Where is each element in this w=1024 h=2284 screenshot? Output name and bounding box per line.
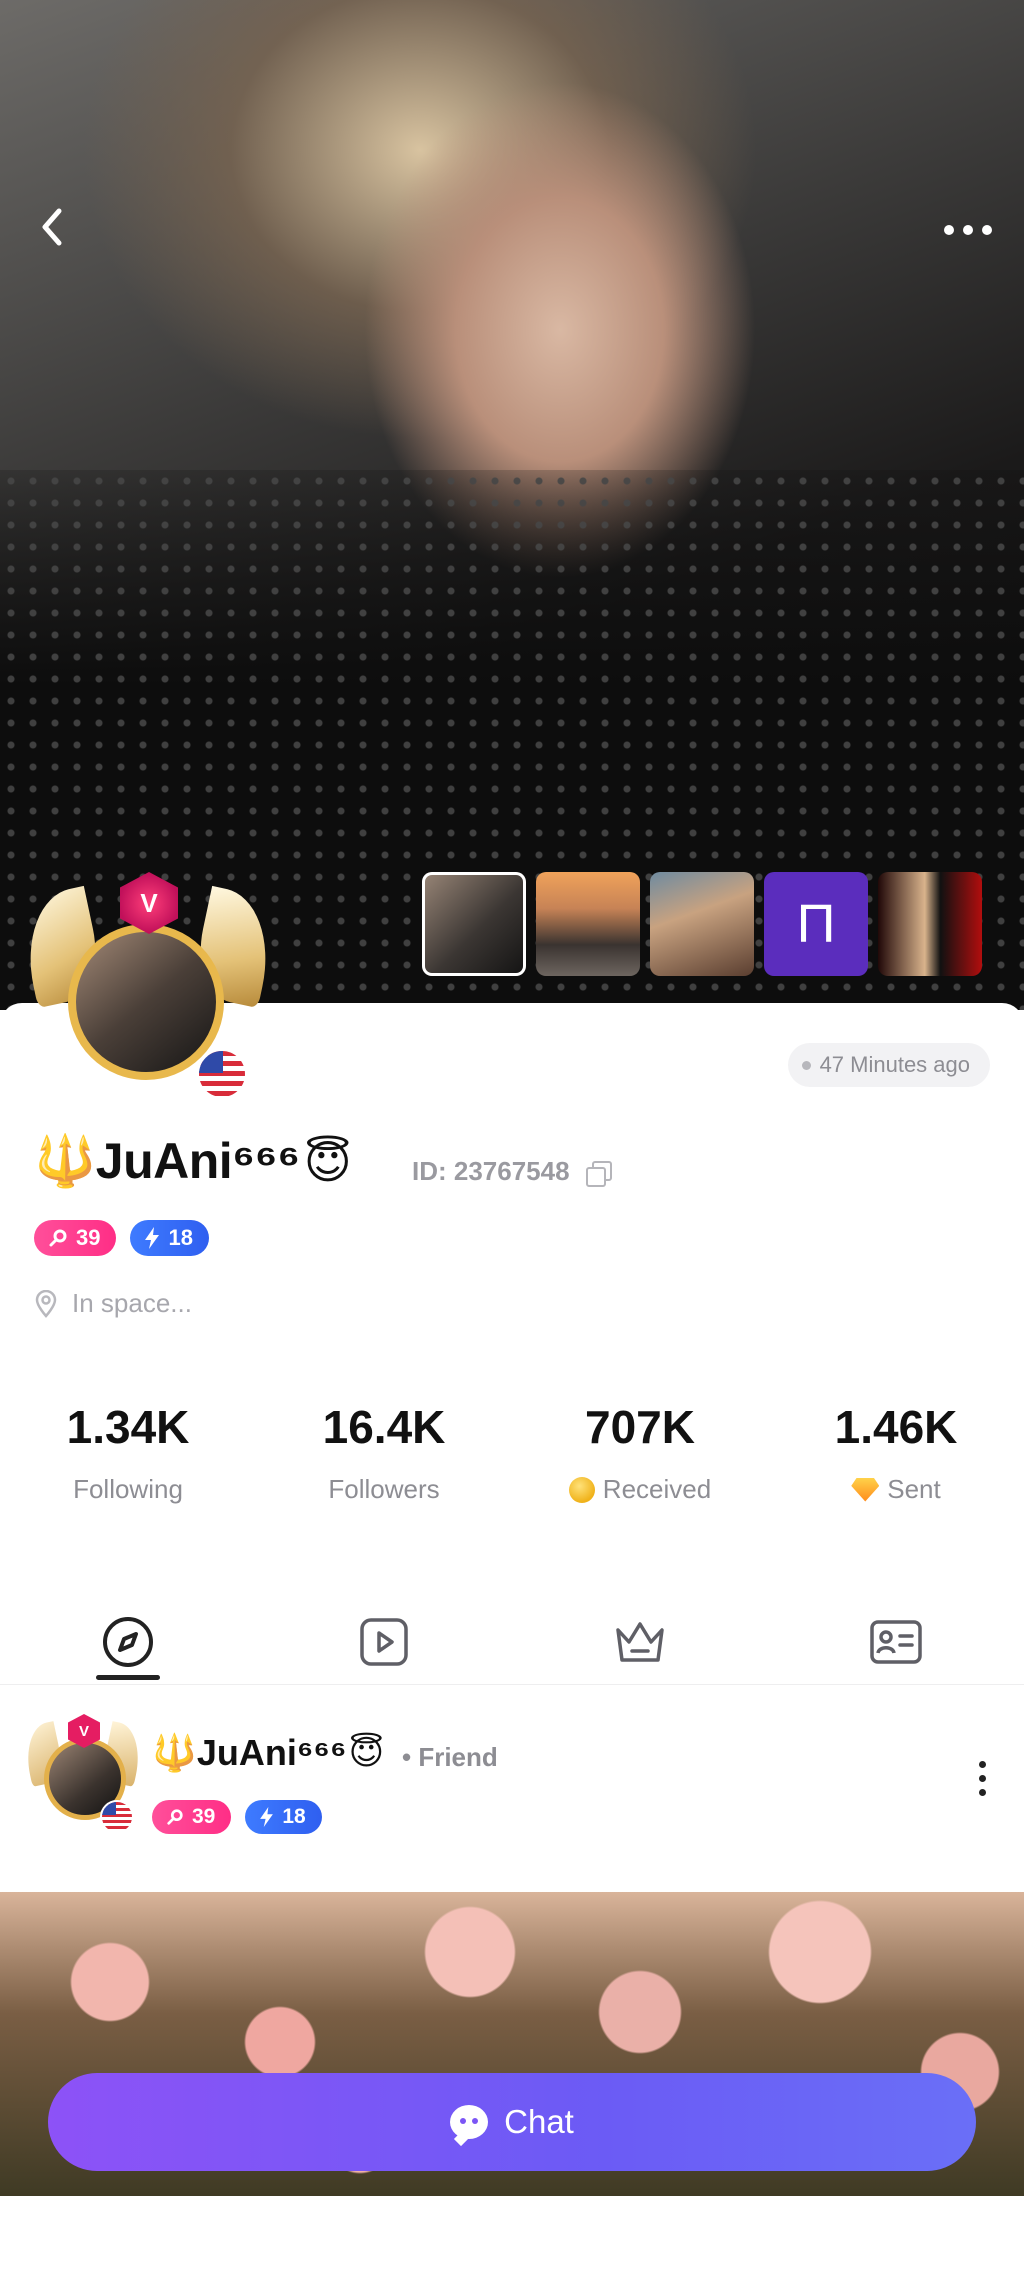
stat-value: 16.4K: [322, 1401, 446, 1453]
chat-button-label: Chat: [504, 2103, 574, 2140]
us-flag-icon: [196, 1048, 248, 1100]
gallery-thumbnail[interactable]: [650, 872, 754, 976]
charm-value: 18: [282, 1805, 306, 1828]
stat-label-text: Followers: [328, 1474, 440, 1504]
location-pin-icon: [35, 1289, 57, 1318]
tab-honors[interactable]: [512, 1600, 768, 1684]
dot: [978, 1788, 986, 1796]
status-dot: [801, 1061, 811, 1070]
level-value: 39: [192, 1805, 216, 1828]
last-seen-text: 47 Minutes ago: [819, 1052, 970, 1077]
level-icon: [167, 1809, 183, 1825]
tab-videos[interactable]: [256, 1600, 512, 1684]
last-seen-badge: 47 Minutes ago: [787, 1043, 990, 1087]
avatar[interactable]: V: [15, 872, 281, 1122]
stat-following[interactable]: 1.34K Following: [0, 1400, 256, 1505]
post-author-name-text: 🔱JuAni⁶⁶⁶: [152, 1732, 347, 1773]
post-author-badges: 39 18: [152, 1800, 322, 1834]
stat-label-text: Sent: [887, 1474, 941, 1504]
us-flag-icon: [100, 1800, 134, 1834]
level-icon: [49, 1229, 67, 1247]
back-button[interactable]: [30, 205, 74, 249]
stat-followers[interactable]: 16.4K Followers: [256, 1400, 512, 1505]
crown-icon: [616, 1622, 664, 1662]
level-value: 39: [76, 1225, 101, 1250]
diamond-icon: [851, 1477, 880, 1502]
more-horizontal-icon: [944, 225, 992, 235]
user-id-text: ID: 23767548: [412, 1156, 570, 1186]
profile-name-text: 🔱JuAni⁶⁶⁶: [34, 1133, 300, 1189]
gallery-thumbnail[interactable]: [536, 872, 640, 976]
compass-icon: [103, 1617, 153, 1667]
friend-tag: • Friend: [402, 1742, 498, 1772]
tab-info[interactable]: [768, 1600, 1024, 1684]
charm-value: 18: [168, 1225, 193, 1250]
charm-badge: 18: [130, 1220, 209, 1256]
lightning-icon: [260, 1807, 274, 1827]
level-badge: 39: [34, 1220, 117, 1256]
profile-stats: 1.34K Following 16.4K Followers 707K Rec…: [0, 1400, 1024, 1505]
stat-value: 1.46K: [834, 1401, 958, 1453]
post-author-avatar[interactable]: V: [20, 1714, 146, 1840]
stat-label: Following: [0, 1474, 256, 1505]
chat-bubble-icon: [450, 2105, 489, 2147]
play-icon: [360, 1618, 408, 1666]
location: In space...: [34, 1288, 192, 1319]
profile-name: 🔱JuAni⁶⁶⁶ 😇: [34, 1132, 352, 1191]
vip-badge: V: [120, 872, 178, 934]
stat-label: Sent: [768, 1474, 1024, 1505]
tab-moments[interactable]: [0, 1600, 256, 1684]
stat-label-text: Received: [602, 1474, 712, 1504]
thumbnail-glyph: П: [796, 894, 836, 954]
lightning-icon: [145, 1227, 160, 1249]
vip-badge-letter: V: [140, 887, 158, 918]
charm-badge: 18: [245, 1800, 322, 1834]
post-header: V 🔱JuAni⁶⁶⁶ 😇 • Friend 39 18: [0, 1714, 1024, 1844]
stat-label: Received: [512, 1474, 768, 1505]
post-more-button[interactable]: [960, 1756, 1004, 1800]
gallery-thumbnail[interactable]: [422, 872, 526, 976]
stat-value: 1.34K: [66, 1401, 190, 1453]
level-badge: 39: [152, 1800, 232, 1834]
profile-cover-photo[interactable]: [0, 0, 1024, 1010]
dot: [978, 1774, 986, 1782]
dot: [978, 1760, 986, 1768]
copy-icon[interactable]: [584, 1159, 612, 1187]
coin-icon: [568, 1476, 595, 1503]
photo-gallery: П: [422, 872, 982, 976]
gallery-thumbnail[interactable]: [878, 872, 982, 976]
profile-tabs: [0, 1600, 1024, 1685]
stat-label: Followers: [256, 1474, 512, 1505]
location-text: In space...: [72, 1288, 192, 1318]
profile-badges: 39 18: [34, 1220, 209, 1256]
stat-sent[interactable]: 1.46K Sent: [768, 1400, 1024, 1505]
gallery-thumbnail[interactable]: П: [764, 872, 868, 976]
vip-badge-letter: V: [78, 1722, 89, 1740]
profile-card-icon: [870, 1620, 922, 1664]
chat-button[interactable]: Chat: [48, 2073, 976, 2171]
stat-label-text: Following: [73, 1474, 183, 1504]
stat-value: 707K: [585, 1401, 695, 1453]
user-id: ID: 23767548: [412, 1156, 612, 1187]
more-options-button[interactable]: [938, 210, 998, 250]
stat-received[interactable]: 707K Received: [512, 1400, 768, 1505]
chevron-left-icon: [42, 208, 62, 246]
post-author-name[interactable]: 🔱JuAni⁶⁶⁶ 😇: [152, 1732, 384, 1774]
profile-name-emoji: 😇: [303, 1135, 352, 1188]
post-author-emoji: 😇: [348, 1734, 385, 1772]
